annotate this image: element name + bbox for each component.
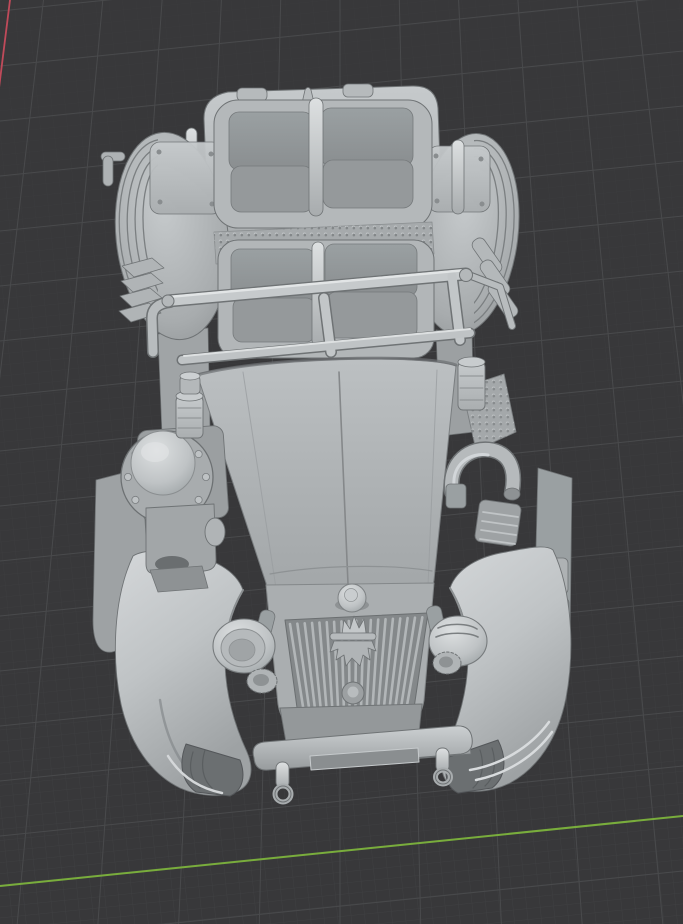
grab-handle-right [451, 139, 465, 215]
rear-knob-right [342, 83, 374, 98]
3d-viewport[interactable] [0, 0, 683, 924]
air-cleaner-left [175, 371, 204, 439]
seat-divider-rear [308, 97, 324, 217]
winch-dome [130, 430, 196, 496]
viewport-canvas[interactable] [0, 0, 683, 924]
rear-seats [213, 97, 433, 229]
slat-box-right [474, 499, 522, 547]
exhaust-cylinder-right [457, 356, 486, 411]
rear-knob-left [236, 87, 268, 102]
